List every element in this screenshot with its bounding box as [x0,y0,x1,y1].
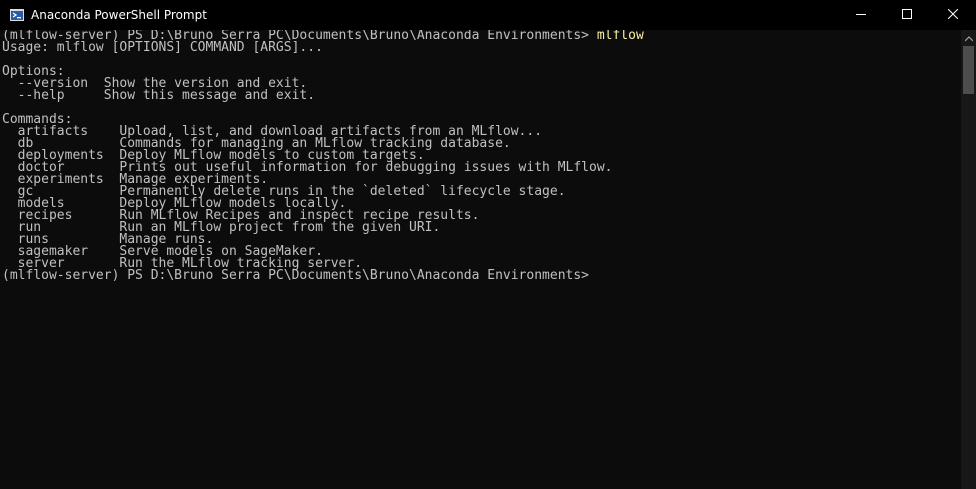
maximize-button[interactable] [884,0,930,30]
close-icon [947,8,959,22]
maximize-icon [902,8,912,22]
minimize-icon [856,8,866,22]
command-text: mlflow [596,30,644,43]
window-title: Anaconda PowerShell Prompt [31,8,207,22]
prompt-line: (mlflow-server) PS D:\Bruno Serra PC\Doc… [2,268,589,283]
vertical-scrollbar[interactable] [961,30,976,489]
terminal-text: (mlflow-server) PS D:\Bruno Serra PC\Doc… [0,30,961,282]
usage-line: Usage: mlflow [OPTIONS] COMMAND [ARGS]..… [2,40,323,55]
close-button[interactable] [930,0,976,30]
minimize-button[interactable] [838,0,884,30]
powershell-icon [9,7,25,23]
option-line: --help Show this message and exit. [2,88,316,103]
title-bar[interactable]: Anaconda PowerShell Prompt [0,0,976,30]
scroll-up-button[interactable] [961,30,976,45]
powershell-window: Anaconda PowerShell Prompt (mlflow-serve… [0,0,976,489]
scrollbar-thumb[interactable] [963,46,974,94]
chevron-up-icon [964,29,973,47]
console-output[interactable]: (mlflow-server) PS D:\Bruno Serra PC\Doc… [0,30,961,489]
